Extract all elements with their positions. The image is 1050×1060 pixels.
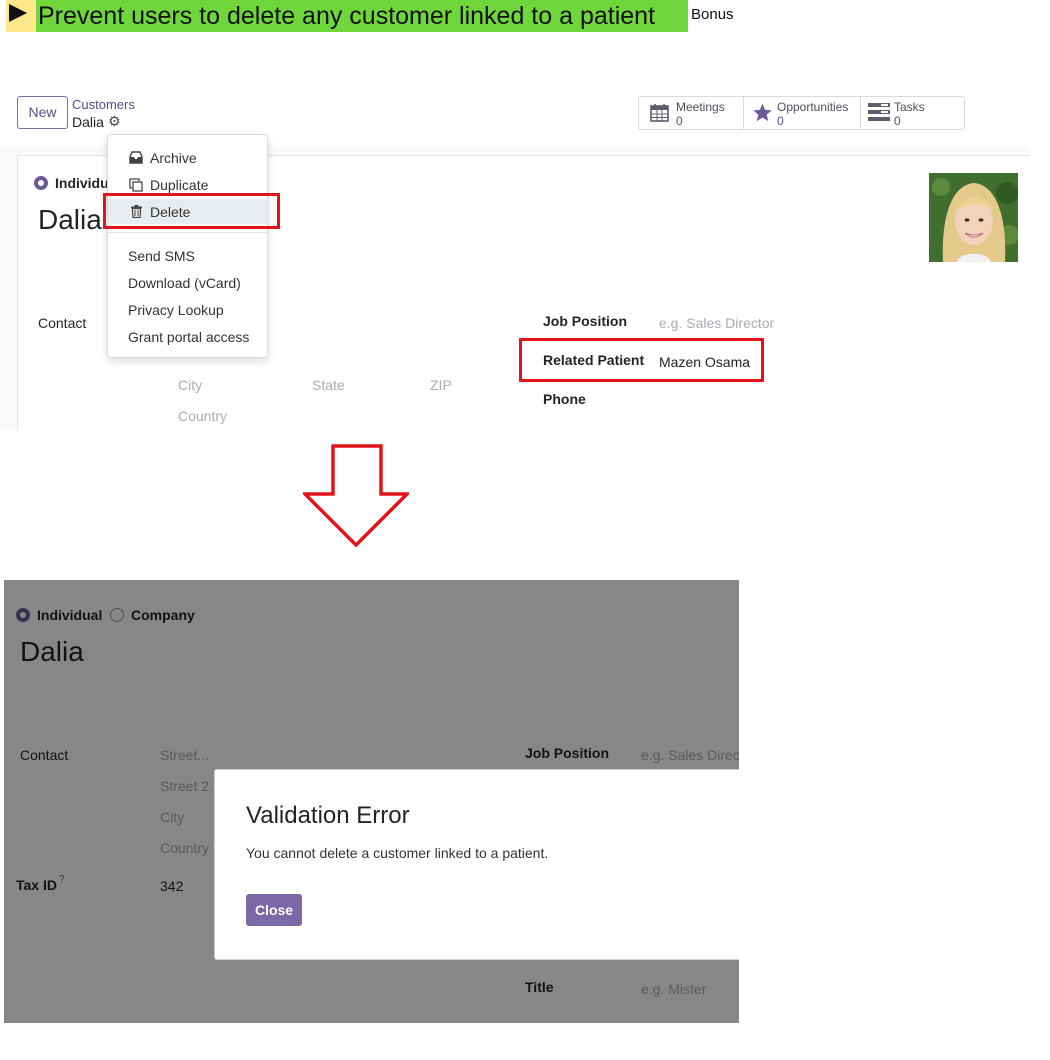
star-icon bbox=[753, 103, 772, 122]
city-input[interactable]: City bbox=[178, 377, 202, 393]
country-input[interactable]: Country bbox=[178, 408, 227, 424]
archive-icon bbox=[129, 151, 143, 164]
breadcrumb-customers[interactable]: Customers bbox=[72, 97, 135, 112]
phone-label: Phone bbox=[543, 391, 586, 407]
smart-button-label: Meetings bbox=[676, 100, 725, 114]
job-position-input[interactable]: e.g. Sales Director bbox=[659, 315, 774, 331]
record-name: Dalia bbox=[72, 114, 104, 130]
action-menu: Archive Duplicate Delete Send SMS Downlo… bbox=[107, 134, 268, 358]
menu-grant-portal-access[interactable]: Grant portal access bbox=[128, 329, 249, 345]
smart-button-opportunities[interactable]: Opportunities 0 bbox=[743, 97, 861, 129]
duplicate-icon bbox=[129, 178, 143, 192]
annotation-box-delete bbox=[103, 193, 280, 229]
contact-label: Contact bbox=[38, 315, 87, 331]
annotation-box-related-patient bbox=[519, 338, 764, 382]
avatar-image bbox=[929, 173, 1018, 262]
smart-button-meetings[interactable]: Meetings 0 bbox=[639, 97, 744, 129]
menu-duplicate[interactable]: Duplicate bbox=[150, 177, 208, 193]
smart-button-label: Opportunities bbox=[777, 100, 849, 114]
bullet-arrow-icon bbox=[9, 4, 27, 22]
menu-download-vcard[interactable]: Download (vCard) bbox=[128, 275, 241, 291]
smart-button-count: 0 bbox=[777, 114, 784, 128]
menu-archive[interactable]: Archive bbox=[150, 150, 197, 166]
bottom-screenshot: Individual Company Dalia Contact Street.… bbox=[4, 580, 739, 1023]
validation-error-dialog: Validation Error You cannot delete a cus… bbox=[214, 769, 739, 960]
new-button[interactable]: New bbox=[17, 96, 68, 129]
gear-icon[interactable]: ⚙ bbox=[108, 113, 121, 130]
calendar-icon bbox=[650, 104, 669, 122]
menu-divider bbox=[108, 232, 267, 233]
slide-title: Prevent users to delete any customer lin… bbox=[38, 2, 656, 30]
down-arrow-icon bbox=[303, 444, 409, 548]
zip-input[interactable]: ZIP bbox=[430, 377, 452, 393]
radio-individual[interactable] bbox=[34, 176, 48, 190]
smart-button-label: Tasks bbox=[894, 100, 925, 114]
smart-button-count: 0 bbox=[676, 114, 683, 128]
job-position-label: Job Position bbox=[543, 313, 627, 329]
partner-name[interactable]: Dalia bbox=[38, 204, 102, 236]
tasks-icon bbox=[868, 103, 890, 121]
smart-button-tasks[interactable]: Tasks 0 bbox=[860, 97, 964, 129]
state-input[interactable]: State bbox=[312, 377, 345, 393]
close-button[interactable]: Close bbox=[246, 894, 302, 926]
dialog-message: You cannot delete a customer linked to a… bbox=[246, 845, 549, 861]
menu-privacy-lookup[interactable]: Privacy Lookup bbox=[128, 302, 224, 318]
smart-buttons: Meetings 0 Opportunities 0 Tasks 0 bbox=[638, 96, 965, 130]
smart-button-count: 0 bbox=[894, 114, 901, 128]
dialog-title: Validation Error bbox=[246, 802, 410, 829]
bonus-label: Bonus bbox=[691, 6, 734, 23]
menu-send-sms[interactable]: Send SMS bbox=[128, 248, 195, 264]
top-screenshot: New Customers Dalia ⚙ Meetings 0 Opportu… bbox=[0, 86, 1030, 430]
avatar[interactable] bbox=[929, 173, 1018, 262]
